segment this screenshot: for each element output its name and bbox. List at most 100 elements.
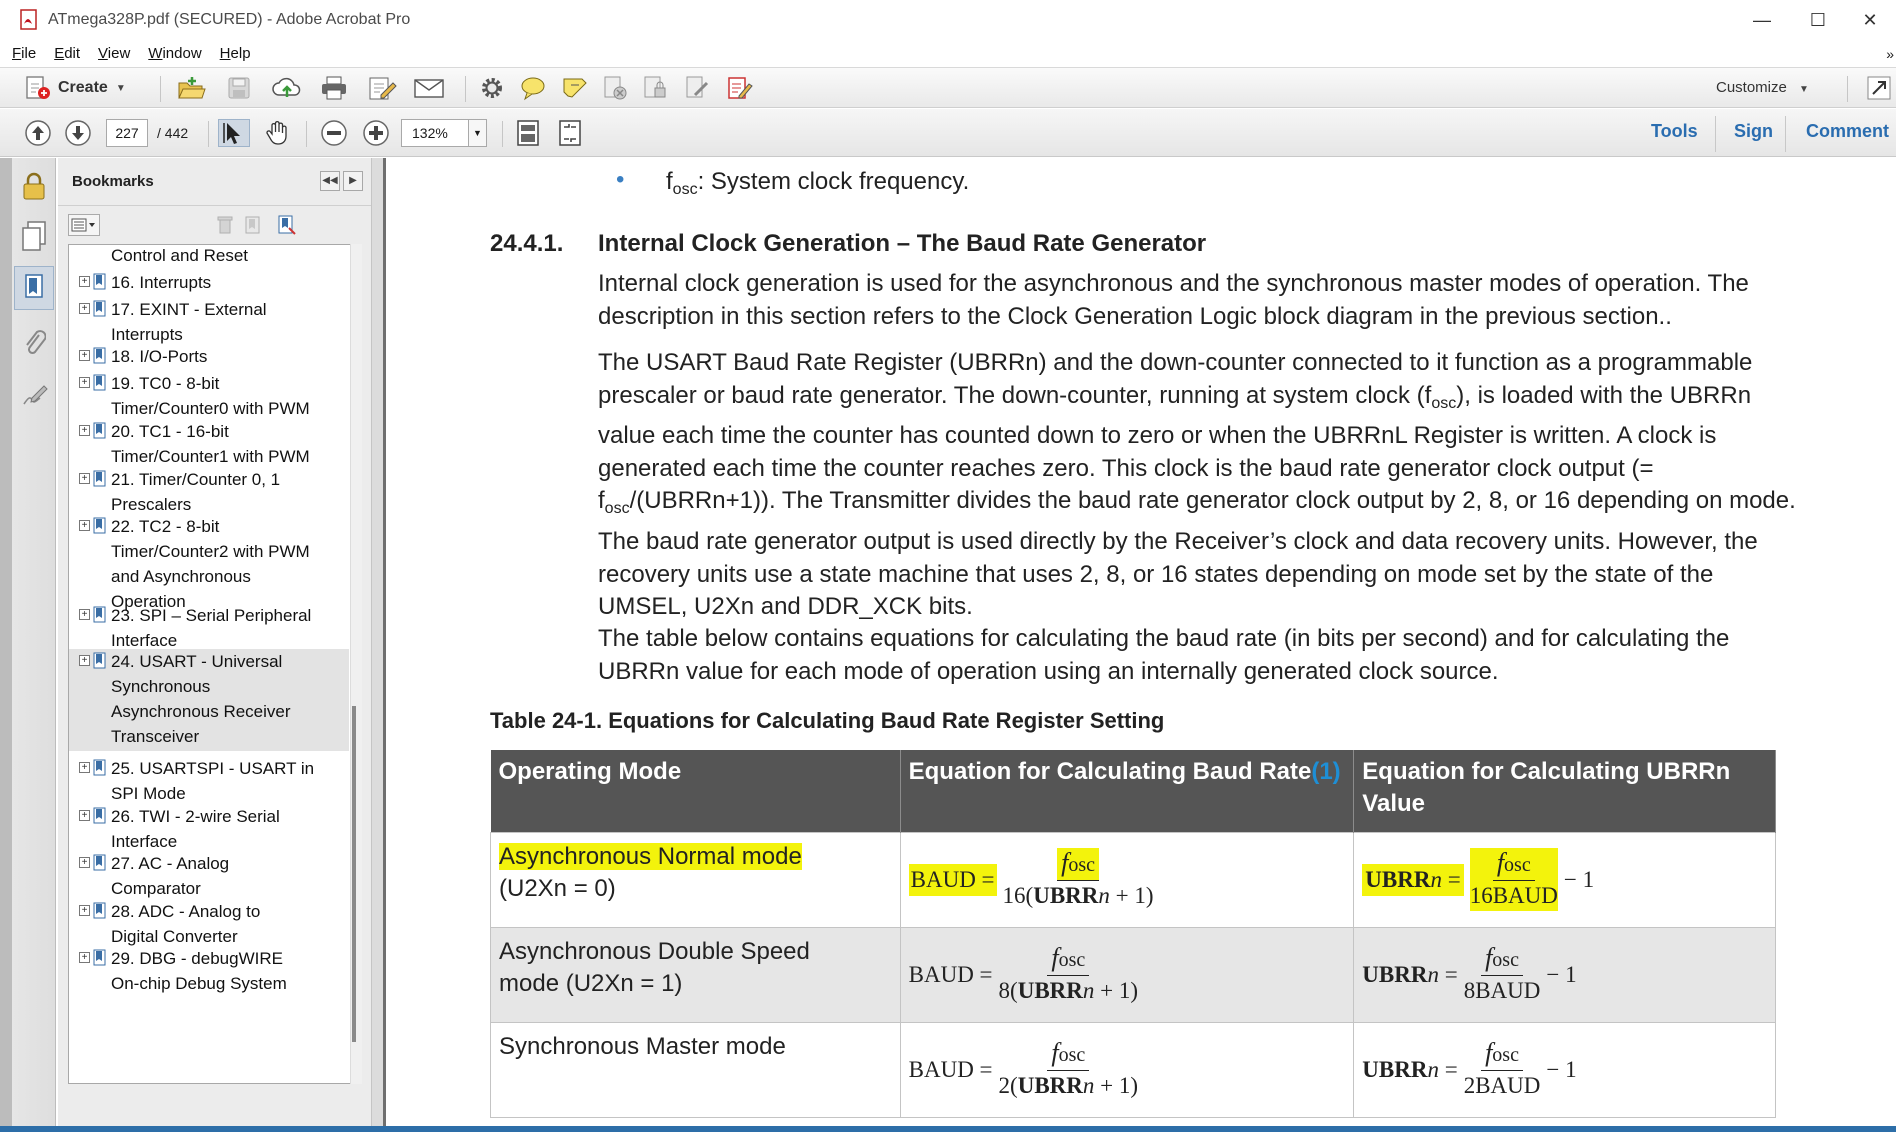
mode-name-highlighted: Asynchronous Normal mode xyxy=(499,842,802,870)
expand-toggle-icon[interactable]: + xyxy=(79,655,90,666)
create-dropdown-icon: ▼ xyxy=(115,82,126,94)
expand-toggle-icon[interactable]: + xyxy=(79,473,90,484)
next-page-button[interactable] xyxy=(64,119,92,147)
create-pdf-icon xyxy=(26,76,50,99)
expand-toggle-icon[interactable]: + xyxy=(79,609,90,620)
redact-button[interactable] xyxy=(600,74,630,102)
options-menu-icon xyxy=(71,218,95,232)
expand-toggle-icon[interactable]: + xyxy=(79,276,90,287)
attachments-button[interactable] xyxy=(14,320,54,364)
comment-tool-button[interactable] xyxy=(518,74,548,102)
upload-button[interactable] xyxy=(270,74,304,102)
menu-bar: File Edit View Window Help xyxy=(0,40,1896,68)
chevron-right-icon: ▶ xyxy=(349,175,357,186)
expand-toggle-icon[interactable]: + xyxy=(79,520,90,531)
expand-toggle-icon[interactable]: + xyxy=(79,377,90,388)
gear-icon xyxy=(482,78,502,98)
arrow-up-icon xyxy=(25,120,51,146)
bookmark-icon xyxy=(93,517,106,534)
bookmark-item-selected[interactable]: + 24. USART - Universal Synchronous Asynch… xyxy=(69,649,349,751)
minimize-button[interactable]: — xyxy=(1734,0,1790,40)
save-button[interactable] xyxy=(224,74,254,102)
bookmarks-title: Bookmarks xyxy=(72,173,154,190)
create-button[interactable]: Create ▼ xyxy=(24,74,126,102)
tools-link[interactable]: Tools xyxy=(1651,121,1698,142)
fit-page-button[interactable] xyxy=(514,119,542,147)
ubrr-formula: UBRRn = fosc 8BAUD − 1 xyxy=(1362,943,1577,1003)
expand-toggle-icon[interactable]: + xyxy=(79,303,90,314)
forms-button[interactable] xyxy=(724,74,754,102)
panel-splitter[interactable] xyxy=(371,158,383,1132)
protect-button[interactable] xyxy=(640,74,670,102)
delete-bookmark-button[interactable] xyxy=(214,214,236,236)
expand-toggle-icon[interactable]: + xyxy=(79,762,90,773)
close-button[interactable]: ✕ xyxy=(1842,0,1896,40)
document-page[interactable]: • fosc: System clock frequency. 24.4.1. … xyxy=(386,158,1896,1132)
hand-tool-button[interactable] xyxy=(262,119,292,147)
zoom-level-input[interactable]: 132% xyxy=(401,119,469,147)
expand-bookmark-icon xyxy=(278,215,296,235)
baud-rate-table: Operating Mode Equation for Calculating … xyxy=(490,750,1776,1118)
zoom-in-button[interactable] xyxy=(362,119,390,147)
bookmark-icon xyxy=(93,300,106,317)
security-settings-button[interactable] xyxy=(14,164,54,208)
expand-toggle-icon[interactable]: + xyxy=(79,952,90,963)
select-tool-button[interactable] xyxy=(218,119,250,147)
zoom-out-button[interactable] xyxy=(320,119,348,147)
menu-view[interactable]: View xyxy=(98,45,130,62)
bookmarks-tree: Control and Reset + 16. Interrupts + 17.… xyxy=(68,244,360,1084)
bookmarks-scroll-thumb[interactable] xyxy=(352,706,356,1042)
expand-bookmark-button[interactable] xyxy=(274,214,298,236)
menu-help[interactable]: Help xyxy=(220,45,251,62)
settings-button[interactable] xyxy=(478,74,506,102)
sign-link[interactable]: Sign xyxy=(1734,121,1773,142)
maximize-button[interactable]: ☐ xyxy=(1790,0,1846,40)
expand-icon xyxy=(1867,76,1891,100)
print-button[interactable] xyxy=(318,74,350,102)
customize-button[interactable]: Customize ▼ xyxy=(1716,79,1809,96)
paragraph-table-intro: The table below contains equations for c… xyxy=(598,625,1730,685)
email-button[interactable] xyxy=(412,74,446,102)
edit-pdf-button[interactable] xyxy=(366,74,398,102)
mode-cell: Asynchronous Normal mode (U2Xn = 0) xyxy=(490,831,901,928)
highlight-icon xyxy=(563,78,587,98)
baud-equation-cell: BAUD = fosc 8(UBRRn + 1) xyxy=(899,926,1355,1023)
table-header-row: Operating Mode Equation for Calculating … xyxy=(490,750,1776,832)
bullet-text: fosc: System clock frequency. xyxy=(666,168,970,198)
collapse-panel-button[interactable]: ◀◀ xyxy=(320,171,340,191)
bookmark-icon xyxy=(93,759,106,776)
fit-width-button[interactable] xyxy=(556,119,584,147)
panel-menu-button[interactable]: ▶ xyxy=(343,171,363,191)
menu-window[interactable]: Window xyxy=(148,45,201,62)
sign-icon xyxy=(686,76,709,98)
bookmark-icon xyxy=(93,606,106,623)
baud-equation-cell: BAUD = fosc 16(UBRRn + 1) xyxy=(899,831,1355,928)
comment-link[interactable]: Comment xyxy=(1806,121,1889,142)
expand-toggle-icon[interactable]: + xyxy=(79,350,90,361)
bookmarks-panel-button[interactable] xyxy=(14,266,54,310)
sign-tool-button[interactable] xyxy=(682,74,712,102)
page-number-input[interactable]: 227 xyxy=(106,119,148,147)
footnote-link[interactable]: (1) xyxy=(1311,758,1340,785)
open-button[interactable] xyxy=(174,74,208,102)
highlight-tool-button[interactable] xyxy=(560,74,590,102)
menu-overflow-button[interactable]: » xyxy=(1886,46,1894,62)
bookmarks-toolbar xyxy=(58,206,371,244)
cloud-upload-icon xyxy=(272,77,301,97)
new-bookmark-button[interactable] xyxy=(242,214,264,236)
page-thumbnails-button[interactable] xyxy=(14,214,54,258)
bookmark-options-button[interactable] xyxy=(68,214,100,236)
secure-icon xyxy=(644,76,666,98)
signatures-button[interactable] xyxy=(14,374,54,418)
zoom-dropdown-button[interactable]: ▼ xyxy=(469,119,487,147)
expand-button[interactable] xyxy=(1864,74,1894,102)
previous-page-button[interactable] xyxy=(24,119,52,147)
bookmark-icon xyxy=(93,949,106,966)
expand-toggle-icon[interactable]: + xyxy=(79,425,90,436)
expand-toggle-icon[interactable]: + xyxy=(79,905,90,916)
menu-file[interactable]: File xyxy=(12,45,36,62)
menu-edit[interactable]: Edit xyxy=(54,45,80,62)
expand-toggle-icon[interactable]: + xyxy=(79,857,90,868)
expand-toggle-icon[interactable]: + xyxy=(79,810,90,821)
trash-icon xyxy=(217,216,233,234)
